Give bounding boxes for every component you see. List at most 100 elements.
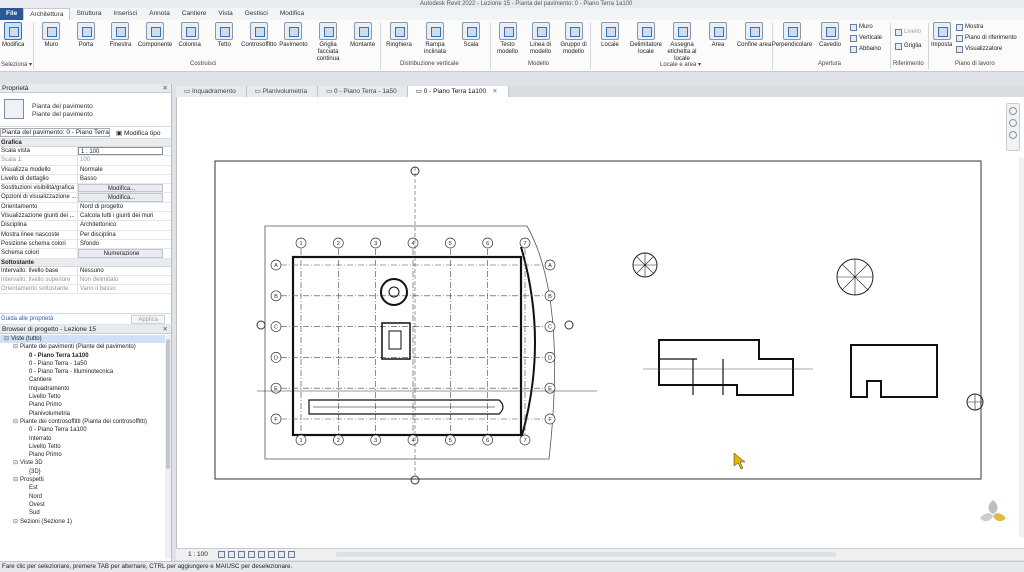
view-tab[interactable]: ▭ 0 - Piano Terra 1a100 ✕	[407, 86, 509, 97]
elevation-marker-east[interactable]	[564, 320, 574, 330]
confine-area-button[interactable]: Confine area	[736, 22, 772, 49]
pavimento-button[interactable]: Pavimento	[276, 22, 311, 49]
elevation-marker-south[interactable]	[410, 475, 420, 485]
browser-item[interactable]: 0 - Piano Terra 1a100	[0, 352, 165, 360]
browser-item[interactable]: Piano Primo	[0, 401, 165, 409]
spiral-stair[interactable]	[380, 278, 408, 306]
browser-item[interactable]: ⊟ Piante dei controsoffitti (Pianta dei c…	[0, 418, 165, 426]
browser-item[interactable]: Est	[0, 484, 165, 492]
griglia-facciata-continua-button[interactable]: Griglia facciata continua	[311, 22, 346, 63]
group-underlay[interactable]: Sottostante	[0, 258, 171, 267]
browser-item[interactable]: ⊟ Prospetti	[0, 476, 165, 484]
property-value[interactable]: Calcola tutti i giunti dei muri	[78, 212, 171, 220]
assegna-etichetta-al-locale-button[interactable]: Assegna etichetta al locale	[664, 22, 700, 63]
scala-button[interactable]: Scala	[453, 22, 489, 49]
viewer-button[interactable]: Visualizzatore	[956, 45, 1002, 53]
montante-button[interactable]: Montante	[345, 22, 380, 49]
tab-struttura[interactable]: Struttura	[70, 8, 107, 20]
browser-item[interactable]: Sud	[0, 509, 165, 517]
gruppo-di-modello-button[interactable]: Gruppo di modello	[557, 22, 590, 56]
property-value[interactable]: Numerazione	[78, 249, 163, 258]
stair-core[interactable]	[381, 322, 411, 360]
ref-plane-button[interactable]: Piano di riferimento	[956, 34, 1017, 42]
testo-modello-button[interactable]: Testo modello	[491, 22, 524, 56]
crop-region[interactable]	[214, 160, 982, 480]
browser-item[interactable]: Piano Primo	[0, 451, 165, 459]
property-value[interactable]: Modifica...	[78, 184, 163, 193]
browser-item[interactable]: ⊟ Viste 3D	[0, 459, 165, 467]
browser-item[interactable]: Livello Tetto	[0, 443, 165, 451]
close-icon[interactable]: ✕	[163, 84, 168, 93]
tab-modifica[interactable]: Modifica	[274, 8, 310, 20]
property-value[interactable]: 1 : 100	[78, 147, 163, 156]
tab-vista[interactable]: Vista	[212, 8, 238, 20]
browser-item[interactable]: {3D}	[0, 468, 165, 476]
browser-item[interactable]: 0 - Piano Terra - 1a50	[0, 360, 165, 368]
area-button[interactable]: Area	[700, 22, 736, 49]
wall-opening-button[interactable]: Muro	[850, 23, 873, 31]
controsoffitto-button[interactable]: Controsoffitto	[241, 22, 277, 49]
show-workplane-button[interactable]: Mostra	[956, 23, 983, 31]
tab-gestisci[interactable]: Gestisci	[239, 8, 274, 20]
property-value[interactable]: 100	[78, 156, 171, 164]
show-crop-icon[interactable]	[267, 551, 275, 558]
elevation-marker-west[interactable]	[256, 320, 266, 330]
type-selector[interactable]: Pianta del pavimento Piante del paviment…	[0, 93, 171, 127]
close-icon[interactable]: ✕	[163, 325, 168, 334]
crop-view-icon[interactable]	[257, 551, 265, 558]
shadows-icon[interactable]	[247, 551, 255, 558]
browser-item[interactable]: Planivolumetria	[0, 410, 165, 418]
floor-plan-drawing[interactable]: 11223344556677A AB BC CD DE EF F	[177, 97, 1019, 548]
collapse-icon[interactable]: ⊟	[13, 518, 20, 526]
tab-annota[interactable]: Annota	[143, 8, 176, 20]
locale-button[interactable]: Locale	[592, 22, 628, 49]
group-room-label[interactable]: Locale e area ▾	[660, 61, 701, 68]
collapse-icon[interactable]: ⊟	[13, 343, 20, 351]
cavedio-button[interactable]: Cavedio	[811, 22, 849, 49]
group-graphics[interactable]: Grafica	[0, 139, 171, 147]
componente-button[interactable]: Componente	[138, 22, 173, 49]
property-value[interactable]: Vano il basso	[78, 285, 171, 293]
collapse-icon[interactable]: ⊟	[4, 335, 11, 343]
tetto-button[interactable]: Tetto	[207, 22, 242, 49]
browser-item[interactable]: ⊟ Viste (tutto)	[0, 335, 165, 344]
browser-item[interactable]: ⊟ Sezioni (Sezione 1)	[0, 518, 165, 526]
edit-type-button[interactable]: ▣ Modifica tipo	[116, 129, 160, 137]
tree-symbol[interactable]	[836, 258, 874, 296]
property-value[interactable]: Per disciplina	[78, 231, 171, 239]
set-workplane-button[interactable]: Imposta	[931, 22, 952, 49]
zoom-icon[interactable]	[1009, 119, 1017, 127]
muro-button[interactable]: Muro	[34, 22, 69, 49]
dormer-button[interactable]: Abbaino	[850, 45, 881, 53]
property-value[interactable]: Non delimitato	[78, 276, 171, 284]
browser-item[interactable]: Inquadramento	[0, 385, 165, 393]
grid-button[interactable]: Griglia	[895, 42, 921, 50]
property-value[interactable]: Basso	[78, 175, 171, 183]
pan-icon[interactable]	[1009, 131, 1017, 139]
colonna-button[interactable]: Colonna	[172, 22, 207, 49]
delimitatore-locale-button[interactable]: Delimitatore locale	[628, 22, 664, 56]
view-tab[interactable]: ▭ 0 - Piano Terra - 1a50	[318, 86, 408, 97]
curved-facade[interactable]	[520, 246, 536, 440]
browser-item[interactable]: 0 - Piano Terra - Illuminotecnica	[0, 368, 165, 376]
collapse-icon[interactable]: ⊟	[13, 476, 20, 484]
apply-button[interactable]: Applica	[131, 315, 165, 324]
detail-level-icon[interactable]	[217, 551, 225, 558]
view-scale[interactable]: 1 : 100	[176, 549, 218, 560]
browser-item[interactable]: Cantiere	[0, 376, 165, 384]
select-dropdown[interactable]: Seleziona ▾	[1, 61, 32, 68]
tree-symbol[interactable]	[632, 252, 658, 278]
tree-symbol[interactable]	[966, 393, 984, 411]
ringhiera-button[interactable]: Ringhiera	[381, 22, 417, 49]
browser-item[interactable]: Interrato	[0, 435, 165, 443]
existing-building[interactable]	[658, 339, 794, 396]
view-tab[interactable]: ▭ Planivolumetria	[246, 86, 319, 97]
browser-scrollbar[interactable]	[165, 335, 171, 559]
canvas-vertical-scrollbar[interactable]	[1019, 157, 1024, 537]
property-value[interactable]: Sfondo	[78, 240, 171, 248]
level-button[interactable]: Livello	[895, 28, 921, 36]
view-tab[interactable]: ▭ Inquadramento	[176, 86, 247, 97]
property-value[interactable]: Normale	[78, 166, 171, 174]
vertical-opening-button[interactable]: Verticale	[850, 34, 882, 42]
sun-path-icon[interactable]	[237, 551, 245, 558]
